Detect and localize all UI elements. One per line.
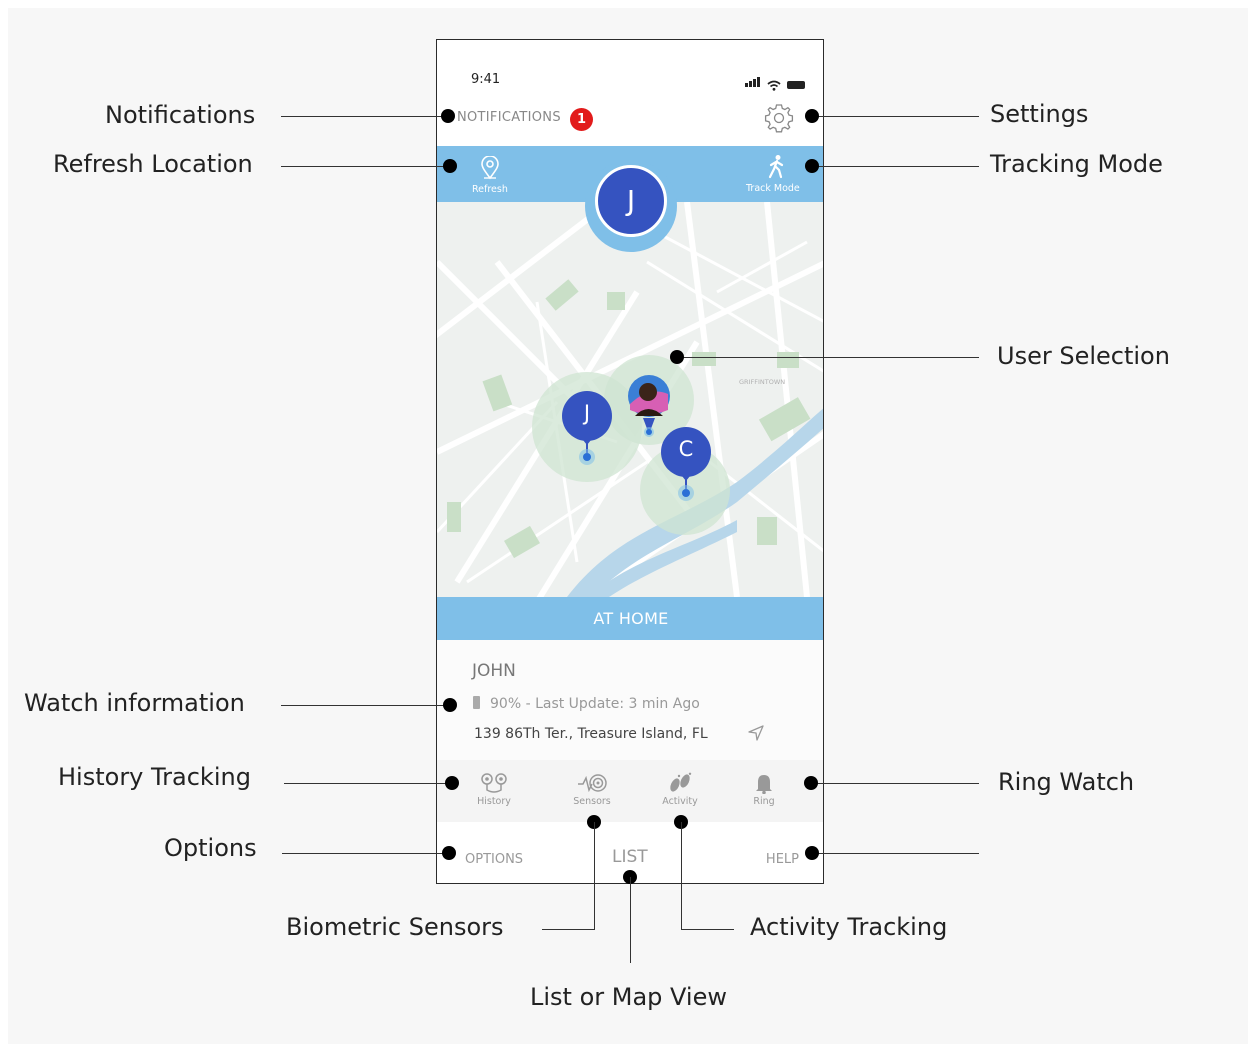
callout-dot bbox=[804, 776, 818, 790]
callout-dot bbox=[442, 846, 456, 860]
callout-line bbox=[594, 822, 595, 929]
tab-sensors-label: Sensors bbox=[573, 796, 611, 807]
map-pin-j-label: J bbox=[583, 401, 591, 425]
callout-line bbox=[282, 853, 448, 854]
tab-activity-label: Activity bbox=[662, 796, 698, 807]
callout-dot bbox=[805, 109, 819, 123]
annotation-user-selection: User Selection bbox=[997, 342, 1170, 370]
status-icons bbox=[745, 72, 805, 91]
battery-icon bbox=[473, 696, 480, 709]
map-pin-c-label: C bbox=[678, 437, 694, 461]
map-district-label: GRIFFINTOWN bbox=[739, 378, 785, 386]
tab-sensors[interactable]: Sensors bbox=[552, 760, 632, 822]
location-status-bar: AT HOME bbox=[437, 597, 823, 640]
callout-line bbox=[812, 116, 979, 117]
watch-status: 90% - Last Update: 3 min Ago bbox=[473, 696, 700, 712]
walking-person-icon bbox=[768, 155, 784, 179]
callout-line bbox=[284, 783, 451, 784]
annotation-ring-watch: Ring Watch bbox=[998, 768, 1135, 796]
tab-history-label: History bbox=[477, 796, 511, 807]
options-button[interactable]: OPTIONS bbox=[465, 852, 523, 867]
callout-dot bbox=[805, 159, 819, 173]
watch-address: 139 86Th Ter., Treasure Island, FL bbox=[474, 726, 708, 742]
tab-history[interactable]: History bbox=[454, 760, 534, 822]
gear-icon[interactable] bbox=[763, 102, 795, 134]
selected-user-avatar[interactable]: J bbox=[595, 165, 667, 237]
track-mode-button[interactable]: Track Mode bbox=[743, 152, 809, 198]
watch-status-text: 90% - Last Update: 3 min Ago bbox=[490, 696, 700, 712]
wifi-icon bbox=[767, 80, 781, 91]
callout-dot bbox=[441, 109, 455, 123]
callout-line bbox=[812, 783, 979, 784]
callout-dot bbox=[443, 159, 457, 173]
navigate-icon[interactable] bbox=[747, 724, 765, 742]
bell-icon bbox=[756, 775, 772, 794]
annotation-options: Options bbox=[164, 834, 257, 862]
signal-icon bbox=[745, 72, 761, 91]
watch-owner-name: JOHN bbox=[472, 661, 516, 681]
annotation-history-tracking: History Tracking bbox=[58, 763, 251, 791]
notifications-badge: 1 bbox=[570, 108, 593, 131]
refresh-label: Refresh bbox=[472, 184, 508, 195]
callout-dot bbox=[670, 350, 684, 364]
tab-activity[interactable]: Activity bbox=[640, 760, 720, 822]
notifications-link[interactable]: NOTIFICATIONS bbox=[457, 110, 561, 125]
refresh-button[interactable]: Refresh bbox=[467, 152, 513, 198]
annotation-notifications: Notifications bbox=[105, 101, 256, 129]
footprints-icon bbox=[670, 772, 692, 792]
callout-line bbox=[281, 705, 448, 706]
callout-line bbox=[812, 166, 979, 167]
annotation-settings: Settings bbox=[990, 100, 1089, 128]
callout-line bbox=[281, 166, 448, 167]
annotation-refresh-location: Refresh Location bbox=[53, 150, 253, 178]
tab-ring[interactable]: Ring bbox=[724, 760, 804, 822]
location-pin-icon bbox=[481, 156, 499, 180]
annotation-biometric-sensors: Biometric Sensors bbox=[286, 913, 504, 941]
annotation-list-or-map-view: List or Map View bbox=[530, 983, 727, 1011]
callout-line bbox=[630, 877, 631, 963]
map-pin-j[interactable]: J bbox=[561, 391, 613, 471]
annotation-watch-information: Watch information bbox=[24, 689, 245, 717]
action-tabs: History Sensors Activity Ring bbox=[437, 760, 823, 822]
callout-line bbox=[281, 116, 448, 117]
annotation-activity-tracking: Activity Tracking bbox=[750, 913, 948, 941]
history-icon bbox=[481, 773, 507, 793]
help-button[interactable]: HELP bbox=[766, 852, 799, 867]
callout-dot bbox=[805, 846, 819, 860]
phone-screen: 9:41 NOTIFICATIONS 1 Refresh Track Mode … bbox=[436, 39, 824, 884]
map-pin-c[interactable]: C bbox=[660, 427, 712, 507]
status-time: 9:41 bbox=[471, 72, 501, 87]
callout-dot bbox=[445, 776, 459, 790]
tab-ring-label: Ring bbox=[753, 796, 775, 807]
map-view[interactable]: GRIFFINTOWN J C bbox=[437, 202, 823, 597]
callout-line bbox=[681, 822, 682, 929]
callout-line bbox=[681, 929, 734, 930]
callout-line bbox=[812, 853, 979, 854]
track-mode-label: Track Mode bbox=[746, 183, 800, 194]
sensor-icon bbox=[578, 774, 607, 793]
callout-dot bbox=[443, 698, 457, 712]
battery-status-icon bbox=[787, 81, 805, 89]
list-map-toggle[interactable]: LIST bbox=[612, 847, 648, 867]
callout-line bbox=[542, 929, 595, 930]
annotation-tracking-mode: Tracking Mode bbox=[990, 150, 1163, 178]
callout-line bbox=[676, 357, 979, 358]
